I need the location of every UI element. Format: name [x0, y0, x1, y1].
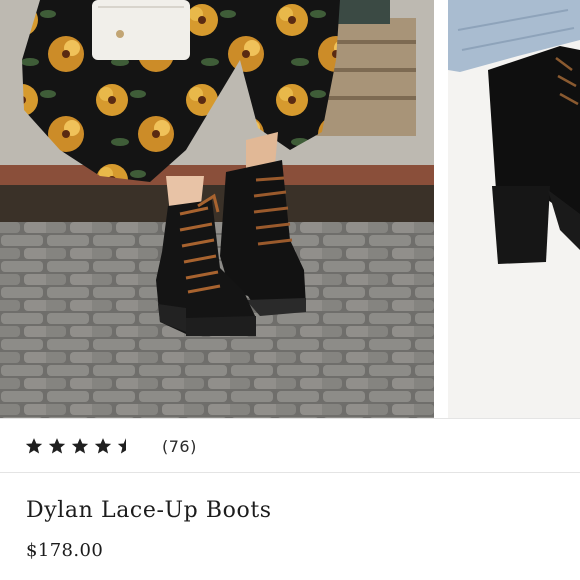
product-image-carousel[interactable]: [0, 0, 580, 418]
star-full-icon: [94, 438, 112, 454]
image-divider: [0, 418, 580, 419]
star-rating: [24, 436, 136, 456]
boots-closeup-photo: [448, 0, 580, 418]
star-full-icon: [48, 438, 66, 454]
boots-street-photo: [0, 0, 434, 418]
product-image-next[interactable]: [448, 0, 580, 418]
rating-divider: [0, 472, 580, 473]
star-full-icon: [25, 438, 43, 454]
product-price: $178.00: [26, 540, 104, 561]
product-rating[interactable]: (76): [24, 428, 197, 464]
star-half-icon: [117, 438, 126, 454]
review-count[interactable]: (76): [162, 437, 197, 456]
product-image-main[interactable]: [0, 0, 434, 418]
star-full-icon: [71, 438, 89, 454]
product-title: Dylan Lace-Up Boots: [26, 498, 272, 523]
